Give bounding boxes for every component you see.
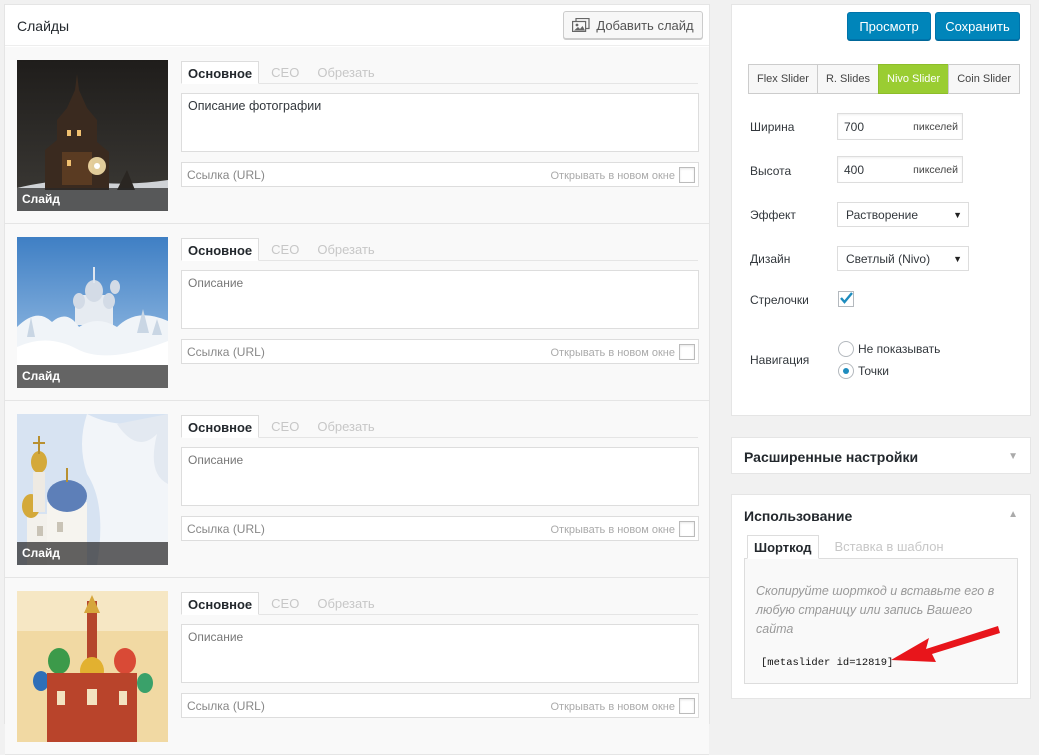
slide-url-input[interactable]: Ссылка (URL) Открывать в новом окне: [181, 693, 699, 718]
new-window-checkbox[interactable]: [679, 167, 695, 183]
tab-seo[interactable]: СЕО: [265, 238, 305, 261]
width-input[interactable]: 700 пикселей: [837, 113, 963, 140]
width-unit: пикселей: [913, 121, 958, 133]
nav-option-none-label: Не показывать: [858, 342, 941, 356]
shortcode-panel: Скопируйте шорткод и вставьте его в любу…: [744, 558, 1018, 684]
tab-template-include[interactable]: Вставка в шаблон: [829, 535, 950, 559]
tab-crop[interactable]: Обрезать: [311, 61, 380, 84]
slides-panel: Слайды Добавить слайд Слайд Основное СЕО…: [4, 4, 710, 755]
slide-thumbnail-label: Слайд: [17, 542, 168, 565]
theme-label: Дизайн: [750, 252, 791, 266]
slide-row: Основное СЕО Обрезать Описание Ссылка (U…: [5, 578, 709, 755]
slide-url-input[interactable]: Ссылка (URL) Открывать в новом окне: [181, 516, 699, 541]
url-placeholder: Ссылка (URL): [187, 699, 265, 713]
triangle-down-icon: ▼: [953, 254, 962, 264]
triangle-down-icon[interactable]: ▼: [1008, 451, 1018, 462]
slide-caption-textarea[interactable]: Описание: [181, 624, 699, 683]
add-slide-button[interactable]: Добавить слайд: [563, 11, 703, 39]
slide-tabs: Основное СЕО Обрезать: [181, 238, 381, 261]
arrows-checkbox[interactable]: [838, 291, 854, 307]
triangle-down-icon: ▼: [953, 210, 962, 220]
tab-shortcode[interactable]: Шорткод: [747, 535, 819, 559]
images-icon: [572, 18, 590, 32]
slide-caption-textarea[interactable]: Описание: [181, 447, 699, 506]
width-label: Ширина: [750, 120, 795, 134]
slide-url-input[interactable]: Ссылка (URL) Открывать в новом окне: [181, 339, 699, 364]
tab-seo[interactable]: СЕО: [265, 415, 305, 438]
tab-main[interactable]: Основное: [181, 61, 260, 84]
effect-value: Растворение: [846, 208, 919, 222]
tab-main[interactable]: Основное: [181, 415, 260, 438]
url-placeholder: Ссылка (URL): [187, 522, 265, 536]
usage-tabs: Шорткод Вставка в шаблон: [747, 535, 950, 559]
shortcode-text[interactable]: [metaslider id=12819]: [761, 657, 893, 669]
height-input[interactable]: 400 пикселей: [837, 156, 963, 183]
slide-row: Слайд Основное СЕО Обрезать Описание Ссы…: [5, 224, 709, 401]
width-value: 700: [844, 120, 865, 134]
settings-panel: Просмотр Сохранить Flex Slider R. Slides…: [731, 4, 1031, 416]
slide-row: Слайд Основное СЕО Обрезать Описание Ссы…: [5, 401, 709, 578]
advanced-settings-title: Расширенные настройки: [744, 449, 919, 465]
add-slide-label: Добавить слайд: [596, 17, 694, 33]
new-window-label: Открывать в новом окне: [550, 524, 675, 536]
tab-seo[interactable]: СЕО: [265, 61, 305, 84]
preview-button[interactable]: Просмотр: [847, 12, 931, 40]
effect-label: Эффект: [750, 208, 796, 222]
slide-image-st-basil: [17, 591, 168, 742]
tab-main[interactable]: Основное: [181, 238, 260, 261]
slide-tabs: Основное СЕО Обрезать: [181, 415, 381, 438]
url-placeholder: Ссылка (URL): [187, 168, 265, 182]
new-window-checkbox[interactable]: [679, 521, 695, 537]
usage-title: Использование: [744, 508, 853, 524]
usage-box: Использование ▲ Шорткод Вставка в шаблон…: [731, 494, 1031, 699]
slide-tabs: Основное СЕО Обрезать: [181, 61, 381, 84]
navigation-label: Навигация: [750, 353, 810, 367]
slide-thumbnail[interactable]: Слайд: [17, 60, 168, 211]
tab-main[interactable]: Основное: [181, 592, 260, 615]
slide-thumbnail[interactable]: Слайд: [17, 414, 168, 565]
theme-select[interactable]: Светлый (Nivo) ▼: [837, 246, 969, 271]
slide-tabs: Основное СЕО Обрезать: [181, 592, 381, 615]
effect-select[interactable]: Растворение ▼: [837, 202, 969, 227]
slide-row: Слайд Основное СЕО Обрезать Описание фот…: [5, 47, 709, 224]
new-window-checkbox[interactable]: [679, 344, 695, 360]
tab-crop[interactable]: Обрезать: [311, 238, 380, 261]
slider-type-selector: Flex Slider R. Slides Nivo Slider Coin S…: [748, 64, 1020, 94]
new-window-label: Открывать в новом окне: [550, 701, 675, 713]
slide-caption-textarea[interactable]: Описание фотографии: [181, 93, 699, 152]
slides-panel-header: Слайды Добавить слайд: [5, 5, 709, 46]
slide-thumbnail[interactable]: Слайд: [17, 237, 168, 388]
new-window-label: Открывать в новом окне: [550, 170, 675, 182]
slide-caption-textarea[interactable]: Описание: [181, 270, 699, 329]
advanced-settings-box[interactable]: Расширенные настройки ▼: [731, 437, 1031, 474]
tab-seo[interactable]: СЕО: [265, 592, 305, 615]
slides-panel-title: Слайды: [17, 18, 70, 34]
height-label: Высота: [750, 164, 792, 178]
slide-thumbnail-label: Слайд: [17, 188, 168, 211]
slider-type-nivo[interactable]: Nivo Slider: [878, 64, 950, 94]
tab-crop[interactable]: Обрезать: [311, 415, 380, 438]
shortcode-help-text: Скопируйте шорткод и вставьте его в любу…: [756, 584, 995, 636]
slider-type-coin[interactable]: Coin Slider: [948, 64, 1020, 94]
new-window-label: Открывать в новом окне: [550, 347, 675, 359]
slider-type-flex[interactable]: Flex Slider: [748, 64, 818, 94]
height-value: 400: [844, 163, 865, 177]
nav-option-dots-radio[interactable]: [838, 363, 854, 379]
arrows-label: Стрелочки: [750, 293, 809, 307]
nav-option-dots-label: Точки: [858, 364, 890, 378]
theme-value: Светлый (Nivo): [846, 252, 931, 266]
tab-crop[interactable]: Обрезать: [311, 592, 380, 615]
nav-option-none-radio[interactable]: [838, 341, 854, 357]
slide-url-input[interactable]: Ссылка (URL) Открывать в новом окне: [181, 162, 699, 187]
new-window-checkbox[interactable]: [679, 698, 695, 714]
slider-type-responsive[interactable]: R. Slides: [816, 64, 879, 94]
triangle-up-icon[interactable]: ▲: [1008, 509, 1018, 520]
slide-thumbnail[interactable]: [17, 591, 168, 742]
save-button[interactable]: Сохранить: [935, 12, 1020, 40]
slide-thumbnail-label: Слайд: [17, 365, 168, 388]
url-placeholder: Ссылка (URL): [187, 345, 265, 359]
checkmark-icon: [840, 292, 853, 304]
height-unit: пикселей: [913, 164, 958, 176]
